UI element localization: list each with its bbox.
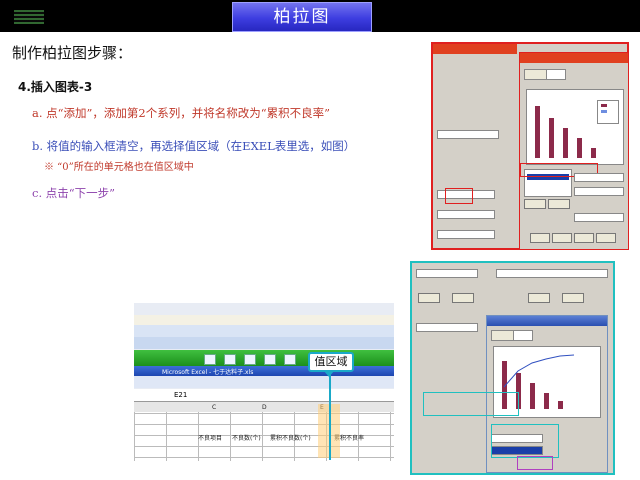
callout-line [329, 372, 331, 460]
menu-bar [134, 305, 394, 315]
app-icon [264, 354, 276, 365]
finish-button [562, 293, 584, 303]
step-note: ※ “0”所在的单元格也在值区域中 [44, 162, 194, 173]
toolbar [134, 337, 394, 349]
taskbar [134, 350, 394, 366]
values-field [574, 187, 624, 196]
window-titlebar: Microsoft Excel - 七于达料子.xls [134, 366, 394, 376]
column-header: D [262, 404, 267, 411]
back-button [552, 233, 572, 243]
tab-series [546, 69, 566, 80]
slide-subheading: 4.插入图表-3 [18, 80, 93, 94]
chart-bar [535, 106, 540, 158]
chart-bar [549, 118, 554, 158]
chart-wizard-screenshot-2 [410, 261, 615, 475]
category-field [574, 213, 624, 222]
chart-bar [563, 128, 568, 158]
next-button [574, 233, 594, 243]
table-cell: 不良数(个) [232, 435, 261, 442]
highlight-box [491, 424, 559, 458]
table-cell: 不良项目 [198, 435, 223, 442]
app-icon [284, 354, 296, 365]
name-box: E21 [174, 391, 188, 399]
excel-screenshot: Microsoft Excel - 七于达料子.xls E21 C D E 不良… [134, 303, 394, 461]
highlight-box [423, 392, 519, 416]
add-button [524, 199, 546, 209]
step-b: b. 将值的输入框清空，再选择值区域（在EXEL表里选，如图） [32, 139, 356, 153]
step-c: c. 点击“下一步” [32, 186, 116, 200]
tab-data-range [491, 330, 515, 341]
highlight-box [445, 188, 473, 204]
input-field [416, 269, 478, 278]
remove-button [548, 199, 570, 209]
table-cell: 累积不良数(个) [270, 435, 311, 442]
input-field [437, 130, 499, 139]
top-bar: 柏拉图 [0, 0, 640, 32]
finish-button [596, 233, 616, 243]
app-icon [224, 354, 236, 365]
step-a: a. 点“添加”，添加第2个系列，并将名称改为“累积不良率” [32, 106, 330, 120]
name-field [574, 173, 624, 182]
dialog-titlebar [487, 316, 607, 326]
app-icon [204, 354, 216, 365]
slide-heading: 制作柏拉图步骤： [12, 44, 133, 62]
input-field [496, 269, 608, 278]
formula-bar: E21 [134, 389, 394, 402]
column-headers: C D E [134, 402, 394, 412]
logo-icon [14, 10, 44, 24]
input-field [416, 323, 478, 332]
toolbar [134, 376, 394, 388]
next-button [452, 293, 474, 303]
input-field [437, 230, 495, 239]
series-dialog [423, 315, 608, 473]
highlight-box [517, 456, 553, 470]
tab-series [513, 330, 533, 341]
tab-data-range [524, 69, 548, 80]
chart-bar [577, 138, 582, 158]
app-icon [244, 354, 256, 365]
input-field [437, 210, 495, 219]
page-title: 柏拉图 [232, 2, 372, 32]
cancel-button [530, 233, 550, 243]
column-header: C [212, 404, 217, 411]
series-dialog [519, 52, 629, 250]
chart-wizard-screenshot-1 [431, 42, 629, 250]
toolbar [134, 315, 394, 325]
chart-legend [597, 100, 619, 124]
toolbar [134, 325, 394, 337]
cancel-button [528, 293, 550, 303]
value-range-callout: 值区域 [308, 352, 354, 377]
dialog-titlebar [433, 44, 517, 54]
chart-bar [591, 148, 596, 158]
window-title: Microsoft Excel - 七于达料子.xls [162, 369, 254, 376]
dialog-titlebar [520, 53, 628, 63]
preview-chart [526, 89, 624, 165]
back-button [418, 293, 440, 303]
